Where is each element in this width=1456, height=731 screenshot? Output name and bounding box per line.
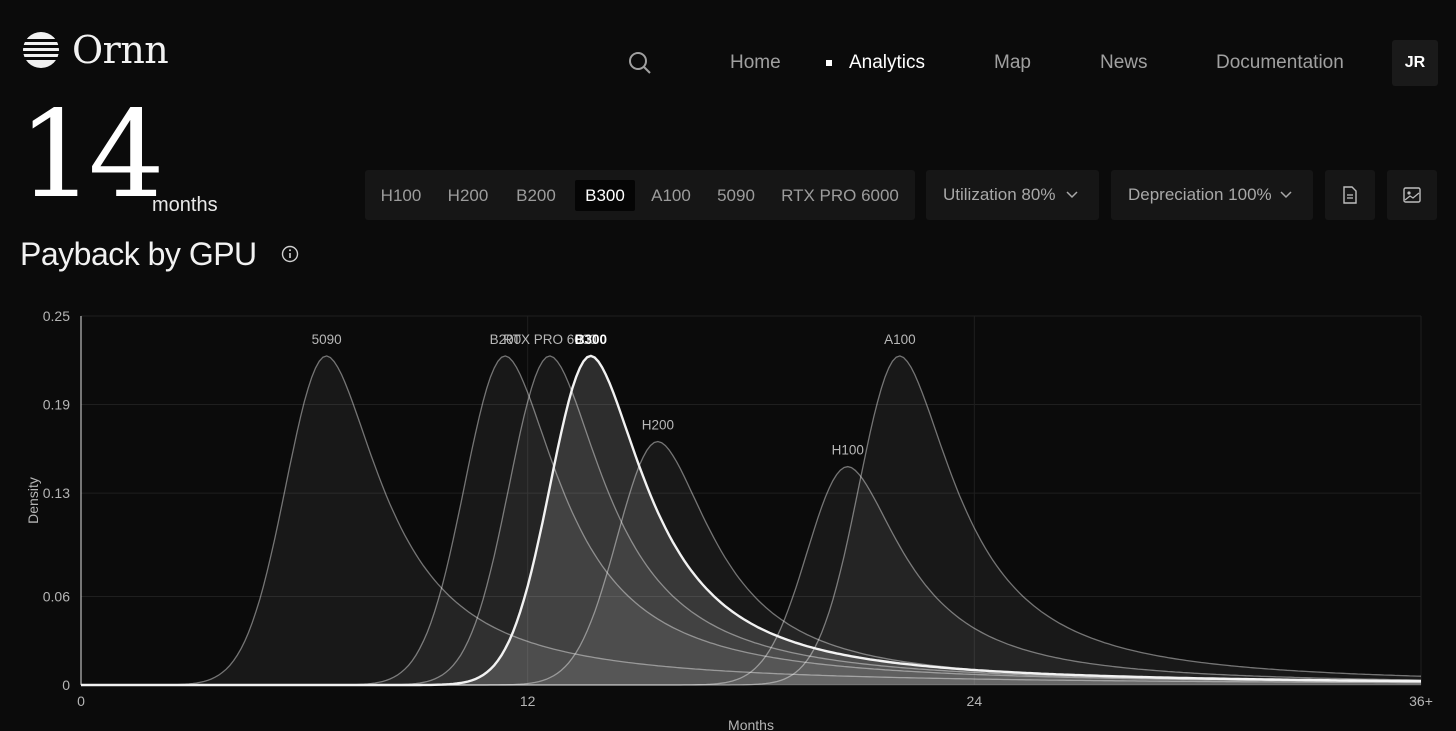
depreciation-dropdown[interactable]: Depreciation 100% xyxy=(1111,170,1313,220)
gpu-tab-group: H100 H200 B200 B300 A100 5090 RTX PRO 60… xyxy=(365,170,915,220)
y-tick-label: 0.19 xyxy=(43,397,70,413)
ornn-logo-icon xyxy=(22,32,60,68)
tab-5090[interactable]: 5090 xyxy=(709,180,763,211)
series-label: H200 xyxy=(642,417,674,432)
utilization-value: Utilization 80% xyxy=(943,185,1056,204)
nav-home[interactable]: Home xyxy=(730,52,781,74)
tab-a100[interactable]: A100 xyxy=(643,180,699,211)
series-label: B300 xyxy=(575,332,607,347)
brand-logo[interactable]: Ornn xyxy=(22,28,169,72)
payback-unit: months xyxy=(152,194,218,216)
y-tick-label: 0 xyxy=(62,677,70,693)
series-label: A100 xyxy=(884,332,916,347)
tab-rtx-pro-6000[interactable]: RTX PRO 6000 xyxy=(775,180,905,211)
x-tick-label: 36+ xyxy=(1409,693,1433,709)
series-label: H100 xyxy=(832,443,864,458)
y-tick-label: 0.25 xyxy=(43,308,70,324)
nav-news[interactable]: News xyxy=(1100,52,1148,74)
brand-name: Ornn xyxy=(72,28,169,72)
y-tick-label: 0.06 xyxy=(43,588,70,604)
image-icon xyxy=(1403,187,1421,203)
nav-analytics[interactable]: Analytics xyxy=(849,52,925,74)
x-axis-label: Months xyxy=(728,717,774,731)
utilization-dropdown[interactable]: Utilization 80% xyxy=(926,170,1099,220)
tab-b200[interactable]: B200 xyxy=(507,180,565,211)
page-title: Payback by GPU xyxy=(20,236,257,272)
x-tick-label: 0 xyxy=(77,693,85,709)
tab-h200[interactable]: H200 xyxy=(439,180,497,211)
chevron-down-icon xyxy=(1280,191,1292,199)
depreciation-value: Depreciation 100% xyxy=(1128,185,1272,204)
tab-h100[interactable]: H100 xyxy=(373,180,429,211)
payback-value: 14 xyxy=(18,86,165,225)
export-image-button[interactable] xyxy=(1387,170,1437,220)
nav-map[interactable]: Map xyxy=(994,52,1031,74)
payback-density-chart: 0 0.06 0.13 0.19 0.25 0 12 24 36+ Months Density 50… xyxy=(25,308,1433,731)
top-nav: Home Analytics Map News Documentation JR xyxy=(620,40,1438,86)
document-icon xyxy=(1343,186,1357,204)
info-icon[interactable] xyxy=(281,245,299,263)
user-avatar[interactable]: JR xyxy=(1392,40,1438,86)
y-axis-label: Density xyxy=(25,477,41,524)
search-button[interactable] xyxy=(622,45,658,81)
x-tick-label: 12 xyxy=(520,693,536,709)
x-tick-label: 24 xyxy=(967,693,983,709)
chevron-down-icon xyxy=(1066,191,1078,199)
export-report-button[interactable] xyxy=(1325,170,1375,220)
active-indicator-icon xyxy=(826,60,832,66)
search-icon xyxy=(629,52,651,74)
nav-documentation[interactable]: Documentation xyxy=(1216,52,1344,74)
tab-b300[interactable]: B300 xyxy=(575,180,635,211)
y-tick-label: 0.13 xyxy=(43,485,70,501)
series-label: 5090 xyxy=(312,332,342,347)
